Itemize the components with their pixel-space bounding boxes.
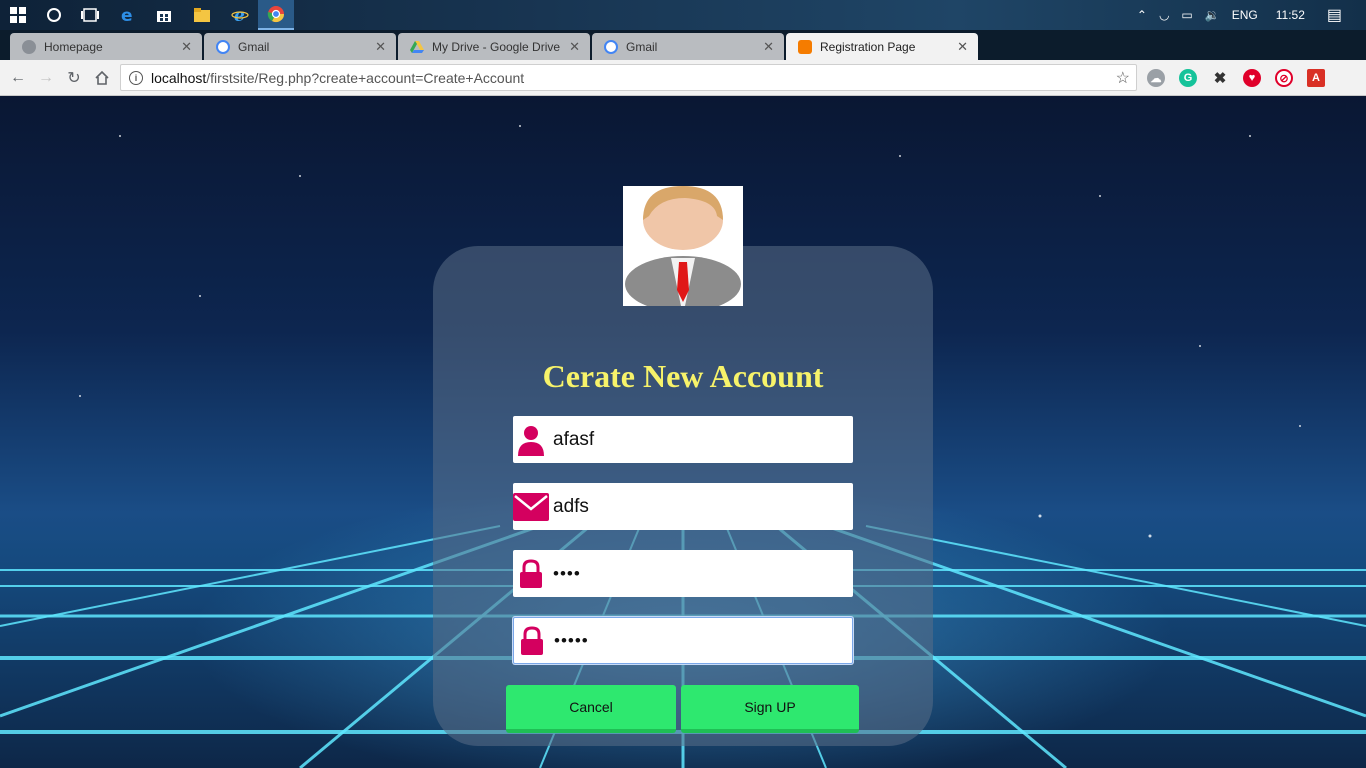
tab-strip: Homepage ✕ Gmail ✕ My Drive - Google Dri… xyxy=(0,30,1366,84)
close-icon[interactable]: ✕ xyxy=(957,39,968,55)
google-icon xyxy=(604,39,618,54)
cortana-icon xyxy=(47,8,61,22)
pdf-extension-icon[interactable]: A xyxy=(1307,69,1325,87)
svg-text:e: e xyxy=(234,6,245,24)
close-icon[interactable]: ✕ xyxy=(181,39,192,55)
xampp-icon xyxy=(798,39,812,54)
back-button[interactable]: ← xyxy=(8,68,28,88)
chevron-up-icon[interactable]: ⌃ xyxy=(1137,8,1147,22)
wifi-icon[interactable]: ◡ xyxy=(1159,8,1169,22)
password-value: •••• xyxy=(553,563,581,583)
tab-title: Registration Page xyxy=(820,39,916,54)
arrow-left-icon: ← xyxy=(10,69,26,86)
home-button[interactable] xyxy=(92,68,112,88)
confirm-password-field[interactable]: ••••• xyxy=(513,617,853,664)
home-icon xyxy=(95,70,109,85)
ie-taskbar-button[interactable]: e xyxy=(222,0,258,30)
email-field[interactable]: adfs xyxy=(513,483,853,530)
reload-icon: ↻ xyxy=(67,70,81,87)
close-icon[interactable]: ✕ xyxy=(763,39,774,55)
store-icon xyxy=(157,11,171,22)
tab-homepage[interactable]: Homepage ✕ xyxy=(10,33,202,60)
lock-icon xyxy=(514,617,550,664)
page-title: Cerate New Account xyxy=(542,358,824,394)
url-host: localhost xyxy=(151,69,207,86)
windows-icon xyxy=(10,7,26,23)
clock[interactable]: 11:52 xyxy=(1276,8,1305,22)
grammarly-extension-icon[interactable]: G xyxy=(1179,69,1197,87)
task-view-icon xyxy=(81,8,99,22)
star-icon[interactable]: ☆ xyxy=(1116,68,1130,88)
url-path: /firstsite/Reg.php?create+account=Create… xyxy=(206,69,525,86)
edge-icon: e xyxy=(121,6,133,24)
registration-page: Cerate New Account afasf adfs •••• •••••… xyxy=(0,96,1366,768)
email-value: adfs xyxy=(553,495,589,517)
browser-toolbar: ← → ↻ i localhost/firstsite/Reg.php?crea… xyxy=(0,60,1366,146)
tab-gmail[interactable]: Gmail ✕ xyxy=(204,33,396,60)
windows-taskbar: e e ⌃ ◡ ▭ 🔉 ENG 11:52 ▤ xyxy=(0,0,1366,30)
password-field[interactable]: •••• xyxy=(513,550,853,597)
cancel-button[interactable]: Cancel xyxy=(506,685,676,733)
store-taskbar-button[interactable] xyxy=(146,0,182,30)
envelope-icon xyxy=(513,483,549,530)
tab-google-drive[interactable]: My Drive - Google Drive ✕ xyxy=(398,33,590,60)
tab-title: Gmail xyxy=(626,39,658,54)
tab-title: My Drive - Google Drive xyxy=(432,39,561,54)
arrow-right-icon: → xyxy=(38,69,54,86)
forward-button[interactable]: → xyxy=(36,68,56,88)
google-icon xyxy=(216,39,230,54)
tab-title: Gmail xyxy=(238,39,270,54)
globe-icon xyxy=(22,39,36,54)
reload-button[interactable]: ↻ xyxy=(64,68,84,88)
address-bar[interactable]: i localhost/firstsite/Reg.php?create+acc… xyxy=(120,64,1137,91)
explorer-taskbar-button[interactable] xyxy=(184,0,220,30)
language-indicator[interactable]: ENG xyxy=(1232,8,1258,22)
user-icon xyxy=(513,416,549,463)
system-tray: ⌃ ◡ ▭ 🔉 ENG 11:52 ▤ xyxy=(1131,0,1366,30)
info-icon[interactable]: i xyxy=(129,70,143,85)
businessman-avatar-icon xyxy=(625,186,741,312)
pocket-extension-icon[interactable]: ♥ xyxy=(1243,69,1261,87)
action-center-icon[interactable]: ▤ xyxy=(1327,5,1342,25)
folder-icon xyxy=(194,8,210,22)
close-icon[interactable]: ✕ xyxy=(569,39,580,55)
username-value: afasf xyxy=(553,428,595,450)
sign-up-button[interactable]: Sign UP xyxy=(681,685,859,733)
start-button[interactable] xyxy=(0,0,36,30)
svg-text:e: e xyxy=(121,6,133,24)
confirm-password-value: ••••• xyxy=(554,630,589,650)
tab-registration-page[interactable]: Registration Page ✕ xyxy=(786,33,978,60)
blocker-extension-icon[interactable]: ⊘ xyxy=(1275,69,1293,87)
volume-icon[interactable]: 🔉 xyxy=(1205,8,1220,22)
battery-icon[interactable]: ▭ xyxy=(1181,8,1192,22)
chrome-taskbar-button[interactable] xyxy=(258,0,294,30)
lock-icon xyxy=(513,550,549,597)
chrome-icon xyxy=(267,6,285,23)
cortana-button[interactable] xyxy=(36,0,72,30)
avatar xyxy=(623,186,743,312)
edge-taskbar-button[interactable]: e xyxy=(110,0,146,30)
username-field[interactable]: afasf xyxy=(513,416,853,463)
tab-title: Homepage xyxy=(44,39,103,54)
puzzle-extension-icon[interactable]: ✖ xyxy=(1211,69,1229,87)
tab-gmail-2[interactable]: Gmail ✕ xyxy=(592,33,784,60)
drive-icon xyxy=(410,40,424,53)
internet-explorer-icon: e xyxy=(231,6,249,24)
cloud-extension-icon[interactable]: ☁ xyxy=(1147,69,1165,87)
close-icon[interactable]: ✕ xyxy=(375,39,386,55)
task-view-button[interactable] xyxy=(72,0,108,30)
